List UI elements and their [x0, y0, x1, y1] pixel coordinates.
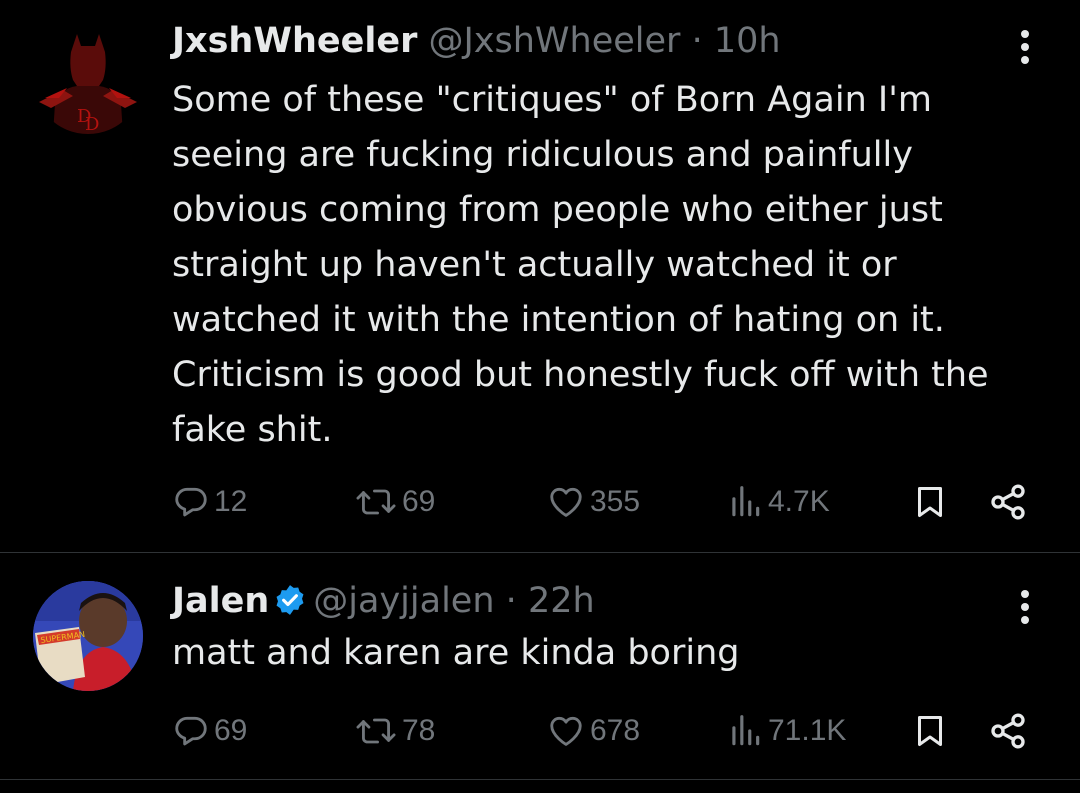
share-button[interactable] [988, 709, 1028, 753]
tweet[interactable]: SUPERMAN Jalen @jayjjalen · 22h matt and… [0, 553, 1080, 779]
share-icon [991, 484, 1025, 520]
tweet-actions: 69 78 678 71.1K [172, 709, 1032, 753]
reply-count: 69 [214, 714, 248, 747]
retweet-icon [356, 489, 396, 515]
bookmark-button[interactable] [912, 480, 948, 524]
reply-icon [175, 487, 207, 517]
jalen-avatar-image: SUPERMAN [33, 581, 143, 691]
reply-count: 12 [214, 485, 248, 518]
more-vertical-icon [1021, 30, 1029, 64]
heart-icon [550, 716, 582, 746]
views-count: 4.7K [768, 485, 830, 518]
retweet-icon [356, 718, 396, 744]
like-count: 355 [590, 485, 641, 518]
bookmark-button[interactable] [912, 709, 948, 753]
tweet-text: matt and karen are kinda boring [172, 633, 740, 673]
more-vertical-icon [1021, 590, 1029, 624]
reply-button[interactable]: 69 [172, 709, 247, 753]
like-count: 678 [590, 714, 641, 747]
bookmark-icon [918, 487, 942, 517]
views-icon [732, 486, 760, 517]
avatar[interactable]: SUPERMAN [33, 581, 143, 691]
tweet-header: Jalen @jayjjalen · 22h [172, 581, 595, 621]
tweet-text: Some of these "critiques" of Born Again … [172, 80, 989, 450]
avatar[interactable]: D D [33, 24, 143, 134]
bookmark-icon [918, 716, 942, 746]
timestamp[interactable]: 22h [528, 581, 595, 621]
user-handle[interactable]: @JxshWheeler [428, 21, 680, 61]
user-handle[interactable]: @jayjjalen [313, 581, 494, 621]
timestamp[interactable]: 10h [714, 21, 781, 61]
views-button[interactable]: 71.1K [726, 709, 846, 753]
like-button[interactable]: 678 [546, 709, 640, 753]
tweet-divider [0, 779, 1080, 780]
tweet[interactable]: D D JxshWheeler @JxshWheeler · 10h Some … [0, 0, 1080, 552]
svg-text:D: D [85, 114, 99, 134]
views-button[interactable]: 4.7K [726, 480, 830, 524]
retweet-button[interactable]: 69 [354, 480, 435, 524]
retweet-button[interactable]: 78 [354, 709, 435, 753]
retweet-count: 69 [402, 485, 436, 518]
more-options-button[interactable] [1010, 587, 1040, 627]
display-name[interactable]: Jalen [172, 581, 269, 621]
share-button[interactable] [988, 480, 1028, 524]
retweet-count: 78 [402, 714, 436, 747]
verified-badge-icon[interactable] [273, 583, 307, 617]
tweet-actions: 12 69 355 4.7K [172, 480, 1032, 524]
like-button[interactable]: 355 [546, 480, 640, 524]
separator-dot: · [691, 21, 703, 61]
display-name[interactable]: JxshWheeler [172, 21, 417, 61]
reply-button[interactable]: 12 [172, 480, 247, 524]
daredevil-avatar-image: D D [33, 24, 143, 134]
tweet-header: JxshWheeler @JxshWheeler · 10h [172, 21, 781, 61]
reply-icon [175, 716, 207, 746]
views-icon [732, 715, 760, 746]
share-icon [991, 713, 1025, 749]
views-count: 71.1K [768, 714, 847, 747]
separator-dot: · [505, 581, 517, 621]
more-options-button[interactable] [1010, 27, 1040, 67]
heart-icon [550, 487, 582, 517]
